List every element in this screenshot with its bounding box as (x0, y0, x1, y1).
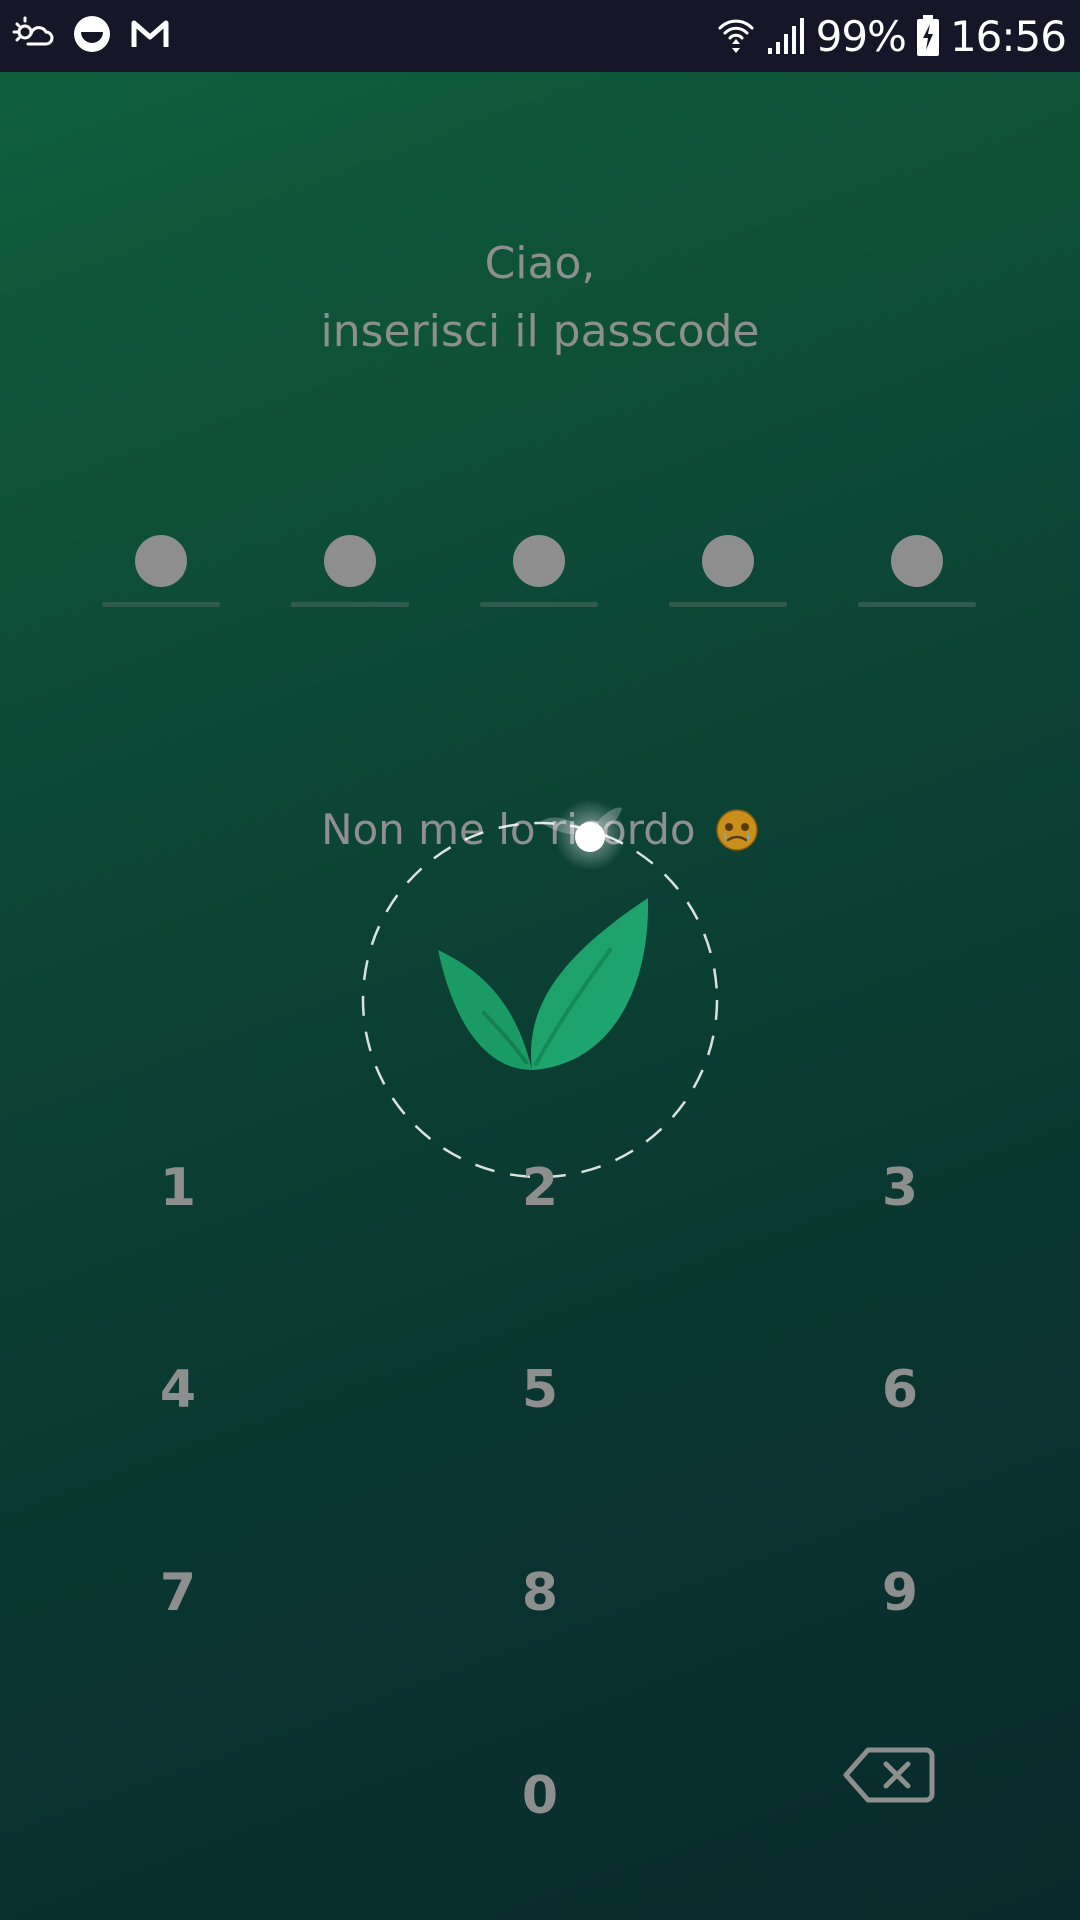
backspace-icon (843, 1747, 935, 1803)
passcode-dot (891, 535, 943, 587)
key-9[interactable]: 9 (800, 1533, 1000, 1653)
backspace-button[interactable] (838, 1740, 938, 1810)
battery-charging-icon (916, 15, 939, 56)
greeting-subtitle: inserisci il passcode (320, 306, 760, 357)
passcode-slot (858, 530, 976, 610)
wifi-icon (718, 19, 754, 53)
key-2[interactable]: 2 (440, 1128, 640, 1248)
key-6[interactable]: 6 (800, 1330, 1000, 1450)
passcode-dot (324, 535, 376, 587)
greeting: Ciao, inserisci il passcode (0, 230, 1080, 366)
key-7[interactable]: 7 (78, 1533, 278, 1653)
weather-icon (12, 16, 54, 46)
key-0[interactable]: 0 (440, 1736, 640, 1856)
gmail-icon (131, 20, 169, 47)
passcode-slot (291, 530, 409, 610)
status-bar-right: 99% 16:56 (716, 8, 1067, 64)
key-5[interactable]: 5 (440, 1330, 640, 1450)
sparkle-icon (540, 799, 626, 871)
key-4[interactable]: 4 (78, 1330, 278, 1450)
passcode-underline (291, 602, 409, 607)
signal-icon (767, 18, 804, 54)
lock-screen: 99% 16:56 Ciao, inserisci il passcode No… (0, 0, 1080, 1920)
status-bar: 99% 16:56 (0, 0, 1080, 72)
passcode-slot (102, 530, 220, 610)
key-8[interactable]: 8 (440, 1533, 640, 1653)
passcode-slot (480, 530, 598, 610)
clock: 16:56 (949, 11, 1067, 61)
battery-percentage: 99% (815, 11, 907, 61)
passcode-dot (702, 535, 754, 587)
key-3[interactable]: 3 (800, 1128, 1000, 1248)
greeting-title: Ciao, (484, 238, 596, 289)
passcode-underline (858, 602, 976, 607)
loading-spinner (361, 799, 719, 1179)
passcode-dot (513, 535, 565, 587)
passcode-underline (102, 602, 220, 607)
ubuntu-icon (74, 16, 110, 52)
key-1[interactable]: 1 (78, 1128, 278, 1248)
passcode-indicator (0, 530, 1080, 630)
status-bar-left (10, 14, 170, 54)
passcode-dot (135, 535, 187, 587)
passcode-underline (669, 602, 787, 607)
passcode-slot (669, 530, 787, 610)
passcode-underline (480, 602, 598, 607)
leaf-icon (438, 898, 649, 1070)
